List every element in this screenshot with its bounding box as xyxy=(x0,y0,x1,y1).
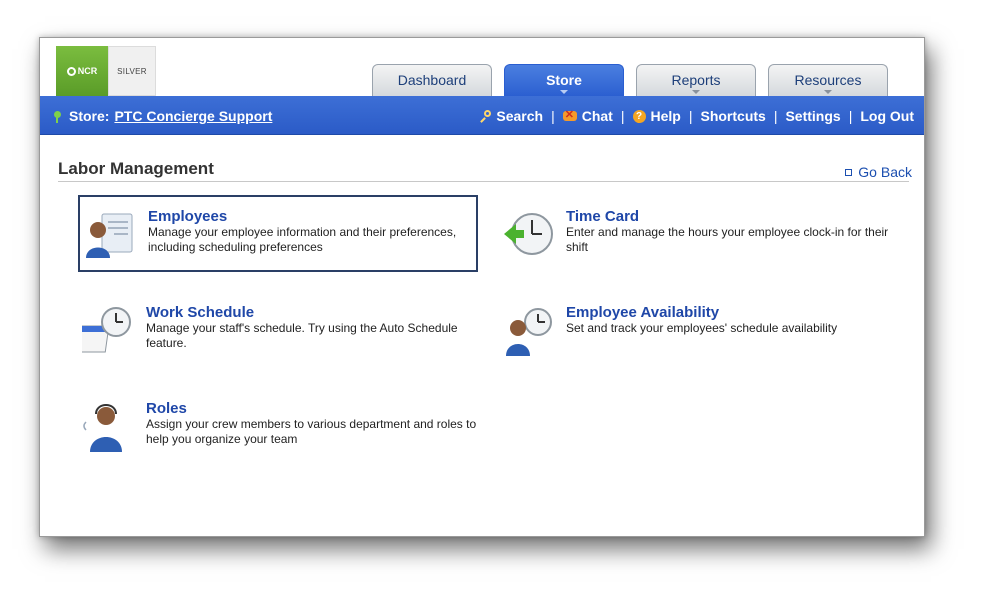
employees-desc: Manage your employee information and the… xyxy=(148,225,457,254)
tab-dashboard[interactable]: Dashboard xyxy=(372,64,492,97)
page-title: Labor Management xyxy=(58,159,214,178)
nav-separator: | xyxy=(551,108,555,124)
ncr-logo-text: NCR xyxy=(77,66,98,76)
search-link-label: Search xyxy=(496,108,544,124)
settings-link[interactable]: Settings xyxy=(785,108,840,124)
time-card-desc: Enter and manage the hours your employee… xyxy=(566,225,889,254)
employees-title: Employees xyxy=(148,208,228,225)
chat-icon xyxy=(562,108,577,122)
time-card-title: Time Card xyxy=(566,208,640,225)
chat-link[interactable]: Chat xyxy=(562,108,613,124)
store-navbar: Store: PTC Concierge Support Search | Ch… xyxy=(40,96,924,135)
utility-links: Search | Chat | ? Help | Shortcuts | Set… xyxy=(479,108,914,124)
nav-separator: | xyxy=(688,108,693,124)
search-link[interactable]: Search xyxy=(479,108,543,124)
chevron-down-icon xyxy=(560,90,568,94)
tab-dashboard-label: Dashboard xyxy=(397,72,467,88)
nav-separator: | xyxy=(620,108,625,124)
roles-title: Roles xyxy=(146,400,187,417)
work-schedule-card[interactable]: Work Schedule Manage your staff's schedu… xyxy=(82,304,482,364)
help-link-label: Help xyxy=(650,108,681,124)
nav-separator: | xyxy=(848,108,853,124)
location-pin-icon xyxy=(54,110,61,123)
title-divider xyxy=(58,181,909,182)
tab-reports[interactable]: Reports xyxy=(636,64,756,97)
shortcuts-link[interactable]: Shortcuts xyxy=(700,108,765,124)
employee-clock-icon xyxy=(506,308,552,356)
silver-logo-text: SILVER xyxy=(117,66,147,76)
logout-link[interactable]: Log Out xyxy=(860,108,914,124)
app-window: NCR SILVER Dashboard Store Reports Resou… xyxy=(39,37,925,537)
employee-profile-icon xyxy=(86,213,133,258)
chevron-down-icon xyxy=(692,90,700,94)
nav-separator: | xyxy=(773,108,778,124)
square-bullet-icon xyxy=(845,168,853,176)
chevron-down-icon xyxy=(824,90,832,94)
go-back-link[interactable]: Go Back xyxy=(845,164,912,180)
ncr-ring-icon xyxy=(66,66,76,76)
tab-store[interactable]: Store xyxy=(504,64,624,97)
employees-card[interactable]: Employees Manage your employee informati… xyxy=(78,195,478,272)
work-schedule-desc: Manage your staff's schedule. Try using … xyxy=(146,321,458,350)
calendar-clock-icon xyxy=(82,307,131,353)
employee-availability-card[interactable]: Employee Availability Set and track your… xyxy=(502,304,902,364)
help-link[interactable]: ? Help xyxy=(632,108,681,124)
go-back-label: Go Back xyxy=(858,164,912,180)
employee-availability-desc: Set and track your employees' schedule a… xyxy=(566,321,838,335)
headset-person-icon xyxy=(83,404,122,452)
time-card-card[interactable]: Time Card Enter and manage the hours you… xyxy=(502,208,902,268)
store-indicator: Store: PTC Concierge Support xyxy=(54,108,272,124)
store-prefix: Store: xyxy=(69,108,110,124)
help-icon: ? xyxy=(632,109,646,123)
tab-resources[interactable]: Resources xyxy=(768,64,888,97)
work-schedule-title: Work Schedule xyxy=(146,304,255,321)
employee-availability-title: Employee Availability xyxy=(566,304,720,321)
silver-logo: SILVER xyxy=(108,46,156,96)
roles-desc: Assign your crew members to various depa… xyxy=(146,417,477,446)
chat-link-label: Chat xyxy=(581,108,613,124)
roles-card[interactable]: Roles Assign your crew members to variou… xyxy=(82,400,502,460)
ncr-logo: NCR xyxy=(56,46,108,96)
store-name-link[interactable]: PTC Concierge Support xyxy=(114,108,272,124)
search-icon xyxy=(479,110,492,122)
clock-icon xyxy=(504,213,553,255)
